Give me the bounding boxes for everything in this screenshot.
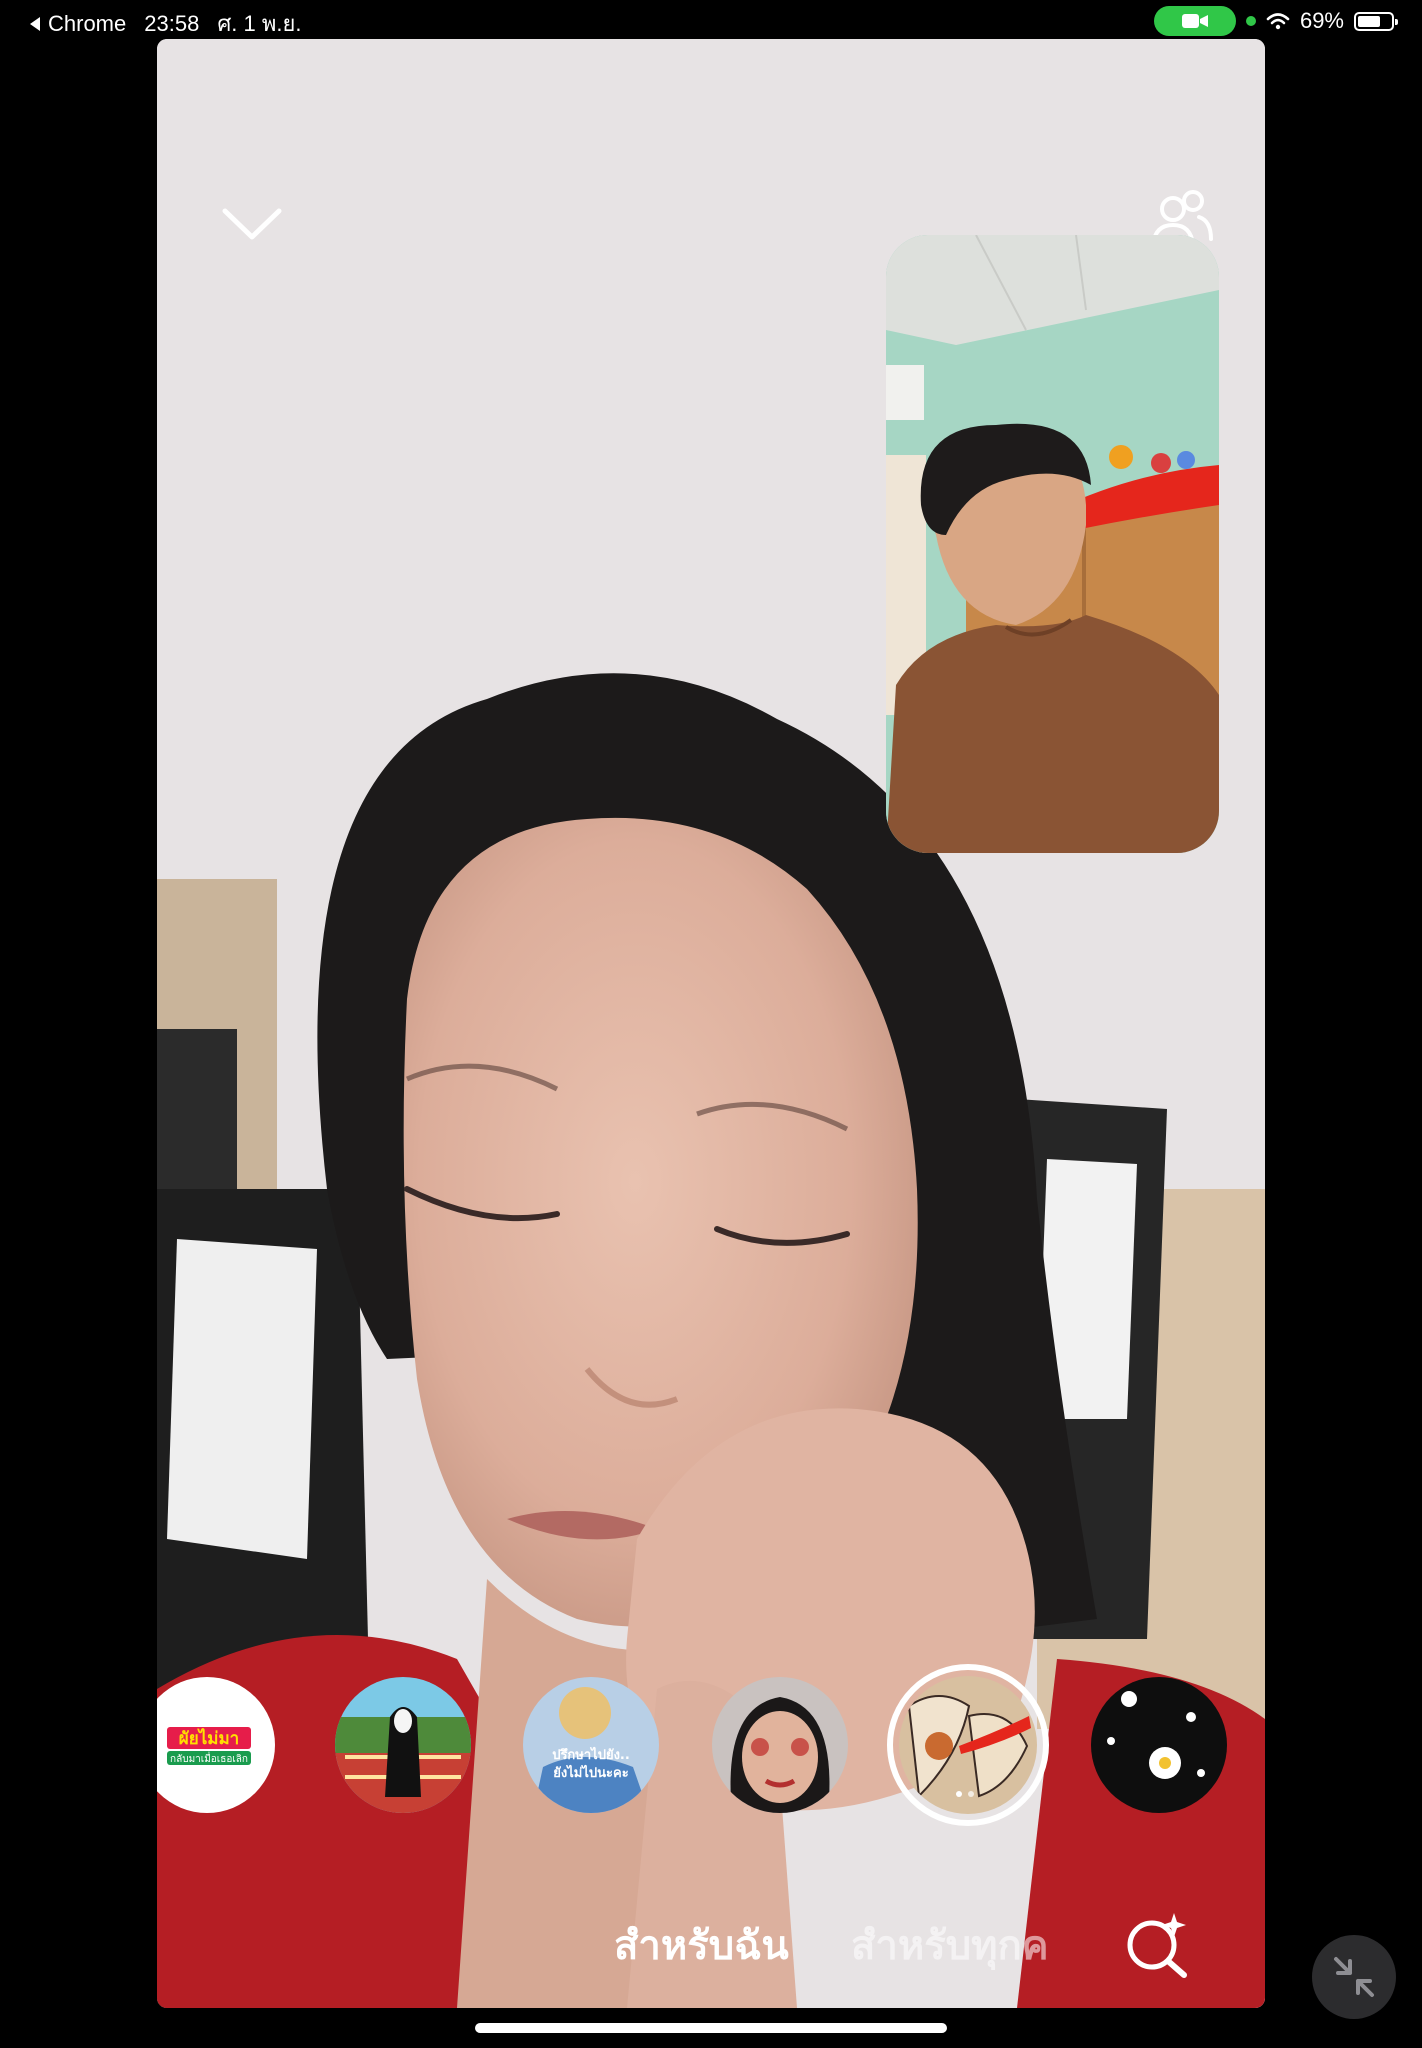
minimize-button[interactable] (1312, 1935, 1396, 2019)
search-sparkle-icon (1127, 1913, 1187, 1978)
effect-no-face[interactable] (335, 1677, 471, 1813)
effects-carousel[interactable]: ผัยไม่มา กลับมาเมื่อเธอเลิก ปรึกษาไปยัง.… (157, 1664, 1265, 1877)
local-video-feed (886, 235, 1219, 853)
search-effects-button[interactable] (1122, 1909, 1192, 1979)
sticker-thumbnail: ผัยไม่มา กลับมาเมื่อเธอเลิก (167, 1727, 251, 1765)
home-indicator[interactable] (475, 2023, 947, 2033)
text-meme-thumbnail: ปรึกษาไปยัง.. ยังไม่ไปนะคะ (523, 1677, 659, 1813)
effects-tabs: สำหรับฉัน สำหรับทุกค (157, 1909, 1265, 1979)
effect-anime-red-eye[interactable] (887, 1664, 1049, 1826)
back-to-app[interactable]: Chrome (28, 11, 126, 37)
video-camera-icon (1181, 14, 1208, 28)
anime-thumbnail (899, 1676, 1037, 1814)
clock: 23:58 (144, 10, 200, 36)
battery-percent: 69% (1299, 8, 1344, 33)
effect-sticker-text[interactable]: ผัยไม่มา กลับมาเมื่อเธอเลิก (157, 1677, 275, 1813)
chevron-down-icon (222, 208, 282, 240)
wifi-icon (1266, 13, 1290, 30)
meme-line-1: ปรึกษาไปยัง.. (552, 1746, 630, 1763)
minimize-arrows-icon (1334, 1957, 1374, 1997)
camera-active-dot (1245, 16, 1256, 26)
sticker-line-2: กลับมาเมื่อเธอเลิก (170, 1751, 248, 1765)
daisy-thumbnail (1091, 1677, 1227, 1813)
back-app-label: Chrome (48, 10, 127, 36)
camera-in-use-indicator[interactable] (1153, 6, 1236, 36)
battery-icon (1354, 11, 1398, 31)
self-view-pip[interactable] (886, 235, 1219, 853)
tab-for-everyone[interactable]: สำหรับทุกค (851, 1913, 1048, 1977)
main-video-view: ผัยไม่มา กลับมาเมื่อเธอเลิก ปรึกษาไปยัง.… (157, 39, 1265, 2008)
tab-for-me[interactable]: สำหรับฉัน (614, 1913, 789, 1977)
effect-daisy-flowers[interactable] (1091, 1677, 1227, 1813)
no-face-thumbnail (335, 1677, 471, 1813)
sticker-line-1: ผัยไม่มา (179, 1728, 239, 1749)
face-makeup-thumbnail (712, 1677, 848, 1813)
collapse-call-button[interactable] (217, 199, 287, 249)
date: ศ. 1 พ.ย. (217, 11, 302, 36)
back-triangle-icon (30, 16, 40, 31)
effect-face-makeup[interactable] (712, 1677, 848, 1813)
status-bar: Chrome 23:58 ศ. 1 พ.ย. 69% (0, 0, 1422, 40)
effect-text-meme[interactable]: ปรึกษาไปยัง.. ยังไม่ไปนะคะ (523, 1677, 659, 1813)
meme-line-2: ยังไม่ไปนะคะ (553, 1764, 628, 1781)
